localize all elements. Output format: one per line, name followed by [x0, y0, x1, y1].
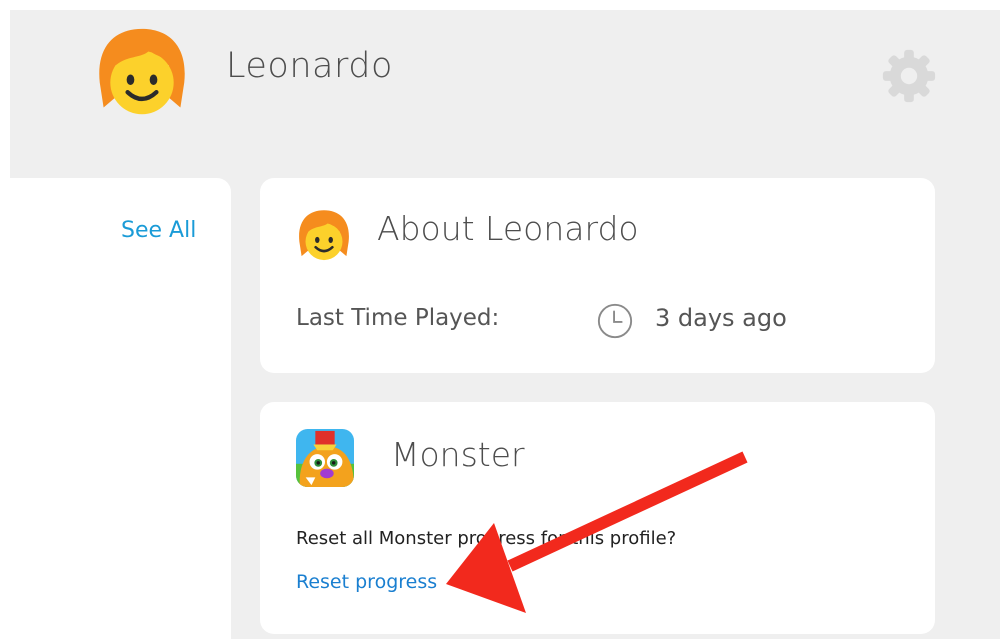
about-card — [260, 178, 935, 373]
monster-app-icon — [296, 429, 354, 487]
clock-icon — [597, 303, 633, 339]
sidebar-panel — [10, 178, 231, 639]
monster-card — [260, 402, 935, 634]
about-title: About Leonardo — [377, 209, 639, 248]
profile-name: Leonardo — [226, 46, 393, 86]
gear-icon[interactable] — [880, 47, 938, 105]
avatar — [99, 28, 185, 115]
last-played-label: Last Time Played: — [296, 305, 500, 331]
child-face-avatar-icon — [299, 210, 349, 261]
last-played-value: 3 days ago — [655, 304, 787, 332]
monster-title: Monster — [391, 435, 525, 474]
see-all-link[interactable]: See All — [121, 218, 196, 243]
reset-progress-link[interactable]: Reset progress — [296, 571, 437, 593]
reset-question: Reset all Monster progress for this prof… — [296, 528, 677, 549]
